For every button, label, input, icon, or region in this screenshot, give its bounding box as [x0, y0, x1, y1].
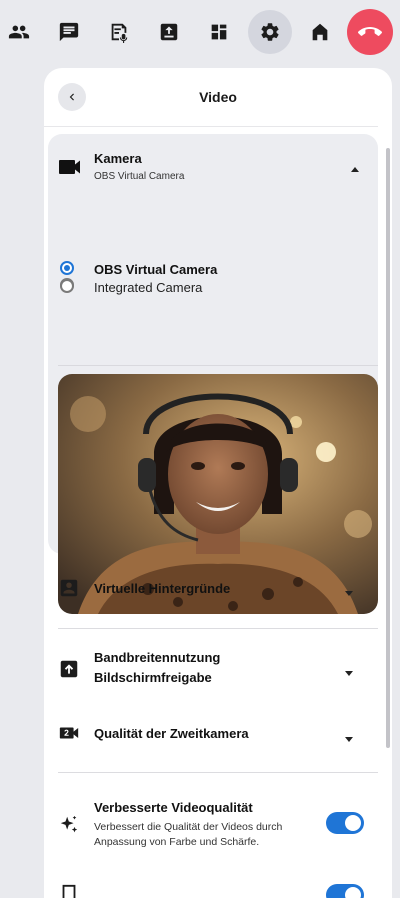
section-divider — [58, 628, 378, 629]
caret-down-icon — [344, 730, 354, 742]
second-camera-label: Qualität der Zweitkamera — [94, 726, 249, 741]
gear-icon — [261, 23, 279, 41]
bandwidth-label-line2: Bildschirmfreigabe — [94, 670, 212, 685]
next-setting-toggle[interactable] — [326, 884, 364, 898]
apps-icon — [211, 24, 227, 40]
camera-option-integrated-row[interactable]: Integrated Camera — [48, 200, 378, 295]
enhanced-quality-toggle[interactable] — [326, 812, 364, 834]
caret-down-icon — [344, 584, 354, 596]
apps-button[interactable] — [197, 10, 241, 54]
header-divider — [44, 126, 378, 127]
chat-button[interactable] — [47, 10, 91, 54]
camera-section: Kamera OBS Virtual Camera Integrated Cam… — [48, 134, 378, 614]
caret-down-icon — [344, 664, 354, 676]
camera-option-obs-row[interactable]: OBS Virtual Camera — [48, 68, 378, 277]
camera-title: Kamera — [94, 151, 142, 166]
next-setting-row — [44, 876, 378, 898]
share-button[interactable] — [147, 10, 191, 54]
option-label: Integrated Camera — [94, 280, 203, 295]
camera-subtitle: OBS Virtual Camera — [94, 171, 185, 182]
enhanced-quality-title: Verbesserte Videoqualität — [94, 800, 253, 815]
caret-up-icon — [350, 161, 360, 172]
device-icon — [58, 884, 80, 898]
video-settings-panel: Video Kamera OBS Virtual Camera Integrat… — [44, 68, 392, 898]
second-camera-icon — [58, 722, 80, 744]
virtual-backgrounds-label: Virtuelle Hintergründe — [94, 581, 231, 596]
hangup-icon — [358, 27, 382, 36]
notes-button[interactable] — [97, 10, 141, 54]
participants-button[interactable] — [0, 10, 41, 54]
radio-integrated[interactable] — [60, 279, 74, 293]
sparkle-icon — [58, 814, 80, 836]
enhanced-quality-row: Verbesserte Videoqualität Verbessert die… — [44, 790, 378, 860]
videocam-icon — [58, 158, 82, 176]
scrollbar[interactable] — [386, 148, 390, 748]
virtual-backgrounds-row[interactable]: Virtuelle Hintergründe — [44, 568, 378, 608]
camera-dropdown-header[interactable]: Kamera OBS Virtual Camera — [48, 134, 378, 196]
home-button[interactable] — [298, 10, 342, 54]
option-label: OBS Virtual Camera — [94, 262, 218, 277]
enhanced-quality-description: Verbessert die Qualität der Videos durch… — [94, 821, 283, 848]
second-camera-row[interactable]: Qualität der Zweitkamera — [44, 714, 378, 754]
bandwidth-label-line1: Bandbreitennutzung — [94, 650, 221, 665]
share-icon — [160, 23, 178, 41]
settings-button[interactable] — [248, 10, 292, 54]
call-toolbar — [0, 0, 400, 66]
upload-icon — [58, 658, 80, 680]
bandwidth-row[interactable]: Bandbreitennutzung Bildschirmfreigabe — [44, 646, 378, 692]
chat-icon — [59, 22, 79, 42]
radio-obs[interactable] — [60, 261, 74, 275]
section-divider — [58, 772, 378, 773]
people-icon — [8, 25, 30, 39]
notes-icon — [111, 23, 128, 43]
portrait-icon — [58, 577, 80, 599]
camera-divider — [58, 365, 378, 366]
home-icon — [312, 23, 328, 41]
hangup-button[interactable] — [347, 9, 393, 55]
